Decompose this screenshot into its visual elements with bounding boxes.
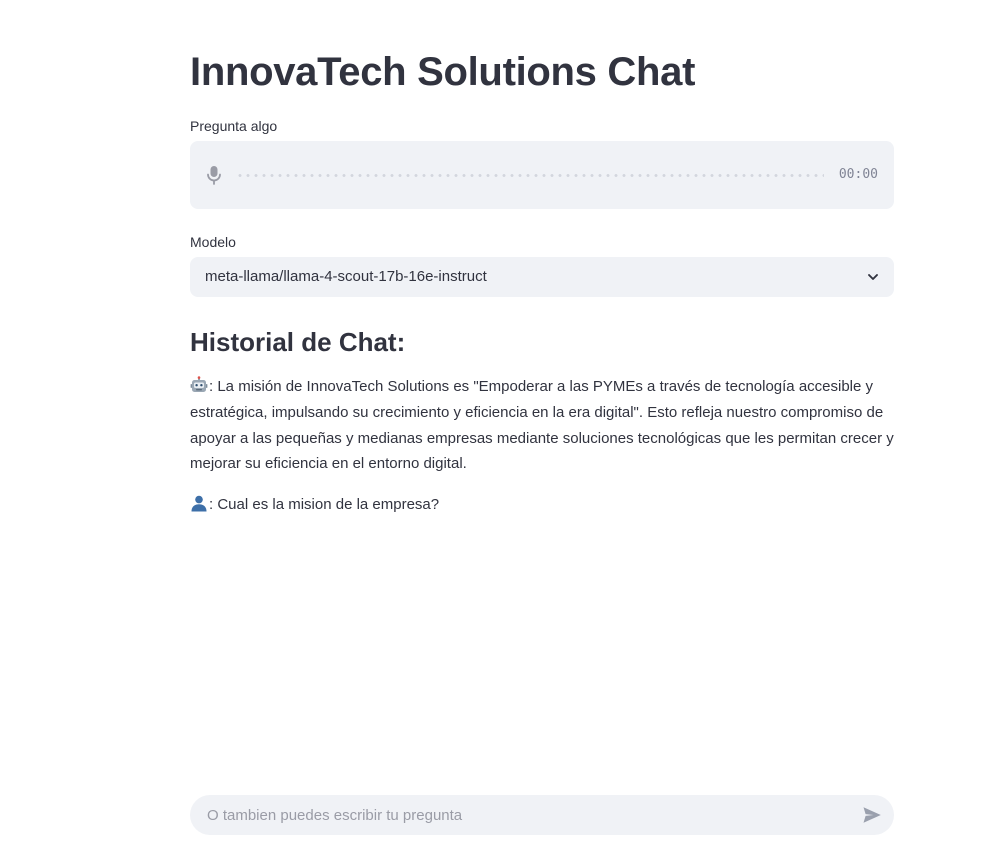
model-label: Modelo xyxy=(190,234,236,250)
robot-icon xyxy=(190,376,208,394)
assistant-message-text: La misión de InnovaTech Solutions es "Em… xyxy=(190,378,894,473)
user-icon xyxy=(190,494,208,512)
model-select[interactable]: meta-llama/llama-4-scout-17b-16e-instruc… xyxy=(190,257,894,297)
chat-input-container xyxy=(190,795,894,835)
page-title: InnovaTech Solutions Chat xyxy=(190,50,696,94)
chat-history-heading: Historial de Chat: xyxy=(190,327,406,357)
user-message: : Cual es la mision de la empresa? xyxy=(190,492,894,518)
send-icon[interactable] xyxy=(862,805,882,825)
recording-timer: 00:00 xyxy=(838,167,878,182)
microphone-icon[interactable] xyxy=(204,163,224,187)
assistant-message: : La misión de InnovaTech Solutions es "… xyxy=(190,374,894,477)
audio-input-label: Pregunta algo xyxy=(190,118,278,134)
model-selected-value: meta-llama/llama-4-scout-17b-16e-instruc… xyxy=(205,268,487,285)
chat-input[interactable] xyxy=(207,795,847,835)
user-message-text: Cual es la mision de la empresa? xyxy=(217,496,440,513)
audio-waveform xyxy=(236,174,824,177)
chevron-down-icon xyxy=(866,270,880,284)
audio-recorder: 00:00 xyxy=(190,141,894,209)
